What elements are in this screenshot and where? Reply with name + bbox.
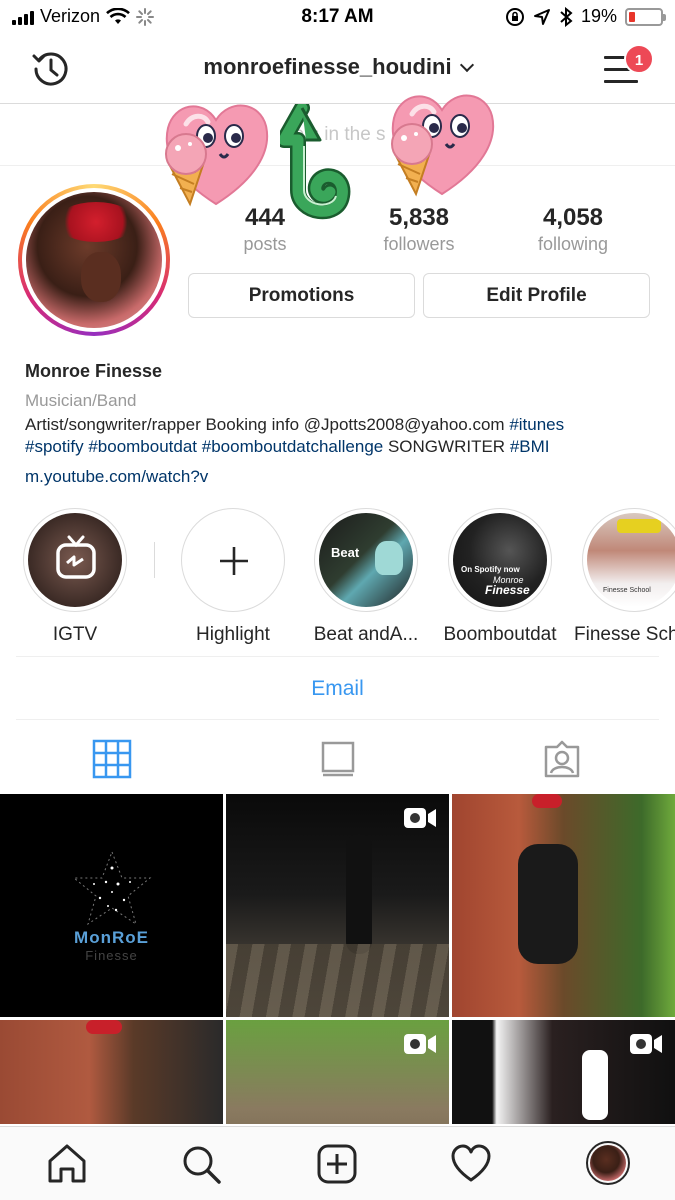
feed-view-icon[interactable] — [318, 739, 358, 779]
username-title: monroefinesse_houdini — [203, 54, 452, 79]
avatar-photo — [590, 1145, 626, 1181]
star-logo-icon — [72, 850, 152, 926]
post-thumbnail[interactable] — [452, 1020, 675, 1124]
stat-label: following — [537, 234, 609, 254]
bottom-navigation — [0, 1126, 675, 1200]
location-icon — [533, 8, 550, 25]
highlight-label: Beat andA... — [313, 624, 419, 645]
hashtag-link[interactable]: #spotify — [25, 437, 84, 456]
status-bar: Verizon 8:17 AM 19% — [0, 0, 675, 34]
thumb-text: Finesse — [485, 583, 530, 597]
hashtag-link[interactable]: #itunes — [509, 415, 564, 434]
tagged-photos-icon[interactable] — [542, 739, 582, 779]
username-switcher[interactable]: monroefinesse_houdini — [0, 54, 675, 80]
heart-face-sticker-right — [391, 94, 495, 197]
highlight-beat[interactable]: Beat Beat andA... — [306, 508, 426, 646]
promotions-button[interactable]: Promotions — [188, 273, 415, 318]
bio-text: Artist/songwriter/rapper Booking info @J… — [25, 414, 655, 458]
post-thumbnail[interactable] — [226, 794, 449, 1017]
activity-heart-icon[interactable] — [450, 1143, 492, 1185]
profile-tabs — [0, 722, 675, 794]
stat-value: 4,058 — [542, 204, 604, 231]
profile-name: Monroe Finesse — [25, 361, 163, 381]
hashtag-link[interactable]: #BMI — [510, 437, 550, 456]
highlight-new[interactable]: Highlight — [173, 508, 293, 646]
profile-header: monroefinesse_houdini — [0, 34, 675, 104]
video-icon — [630, 1034, 662, 1054]
email-button[interactable]: Email — [16, 656, 659, 720]
thumb-text: Finesse School — [603, 587, 651, 594]
battery-icon — [625, 7, 666, 26]
bluetooth-icon — [560, 6, 573, 27]
heart-face-sticker-left — [165, 104, 269, 207]
posts-grid: MonRoE Finesse — [0, 794, 675, 1124]
chevron-down-icon — [459, 57, 474, 73]
orientation-lock-icon — [505, 7, 524, 26]
edit-profile-button[interactable]: Edit Profile — [423, 273, 650, 318]
profile-avatar[interactable] — [18, 184, 170, 336]
stat-followers[interactable]: 5,838 followers — [342, 204, 496, 255]
new-post-icon[interactable] — [316, 1143, 358, 1185]
highlight-igtv[interactable]: IGTV — [15, 508, 135, 646]
highlight-label: Boomboutdat — [443, 624, 557, 645]
bio-plain-text: SONGWRITER — [383, 437, 510, 456]
logo-sub-text: Finesse — [85, 948, 138, 963]
post-thumbnail[interactable]: MonRoE Finesse — [0, 794, 223, 1017]
video-icon — [404, 1034, 436, 1054]
stat-label: posts — [243, 234, 287, 254]
highlight-boomboutdat[interactable]: On Spotify now Monroe Finesse Boomboutda… — [440, 508, 560, 646]
story-highlights: IGTV Highlight Beat Beat andA... On Spot… — [0, 508, 675, 648]
igtv-icon — [56, 535, 96, 579]
post-thumbnail[interactable] — [0, 1020, 223, 1124]
stat-label: followers — [383, 234, 455, 254]
grid-view-icon[interactable] — [92, 739, 132, 779]
stat-posts[interactable]: 444 posts — [188, 204, 342, 255]
hashtag-link[interactable]: #boomboutdat — [88, 437, 197, 456]
bio-plain-text: Artist/songwriter/rapper Booking info @J… — [25, 415, 510, 434]
highlight-label: Finesse Sch — [574, 624, 675, 645]
profile-stats: 444 posts 5,838 followers 4,058 followin… — [188, 204, 650, 255]
video-icon — [404, 808, 436, 828]
avatar-photo — [26, 192, 162, 328]
stat-following[interactable]: 4,058 following — [496, 204, 650, 255]
profile-tab-avatar[interactable] — [586, 1141, 630, 1185]
highlight-label: Highlight — [196, 624, 270, 645]
highlight-label: IGTV — [52, 624, 98, 645]
hashtag-link[interactable]: #boomboutdatchallenge — [202, 437, 383, 456]
highlight-divider — [154, 542, 155, 578]
post-thumbnail[interactable] — [226, 1020, 449, 1124]
stat-value: 444 — [244, 204, 286, 231]
plus-icon — [220, 547, 248, 575]
status-right: 19% — [505, 6, 666, 27]
battery-percent: 19% — [580, 6, 617, 26]
highlight-finesse-school[interactable]: Finesse School Finesse Sch — [574, 508, 675, 646]
thumb-text: On Spotify now — [461, 565, 520, 574]
home-icon[interactable] — [46, 1143, 88, 1185]
post-thumbnail[interactable] — [452, 794, 675, 1017]
profile-category: Musician/Band — [25, 391, 137, 410]
search-icon[interactable] — [180, 1143, 222, 1185]
profile-website-link[interactable]: m.youtube.com/watch?v — [25, 466, 655, 488]
profile-bio: Monroe Finesse Musician/Band Artist/song… — [25, 360, 655, 488]
stat-value: 5,838 — [388, 204, 450, 231]
logo-main-text: MonRoE — [74, 928, 149, 947]
thumb-text: Beat — [331, 545, 360, 560]
notification-badge: 1 — [624, 44, 654, 74]
